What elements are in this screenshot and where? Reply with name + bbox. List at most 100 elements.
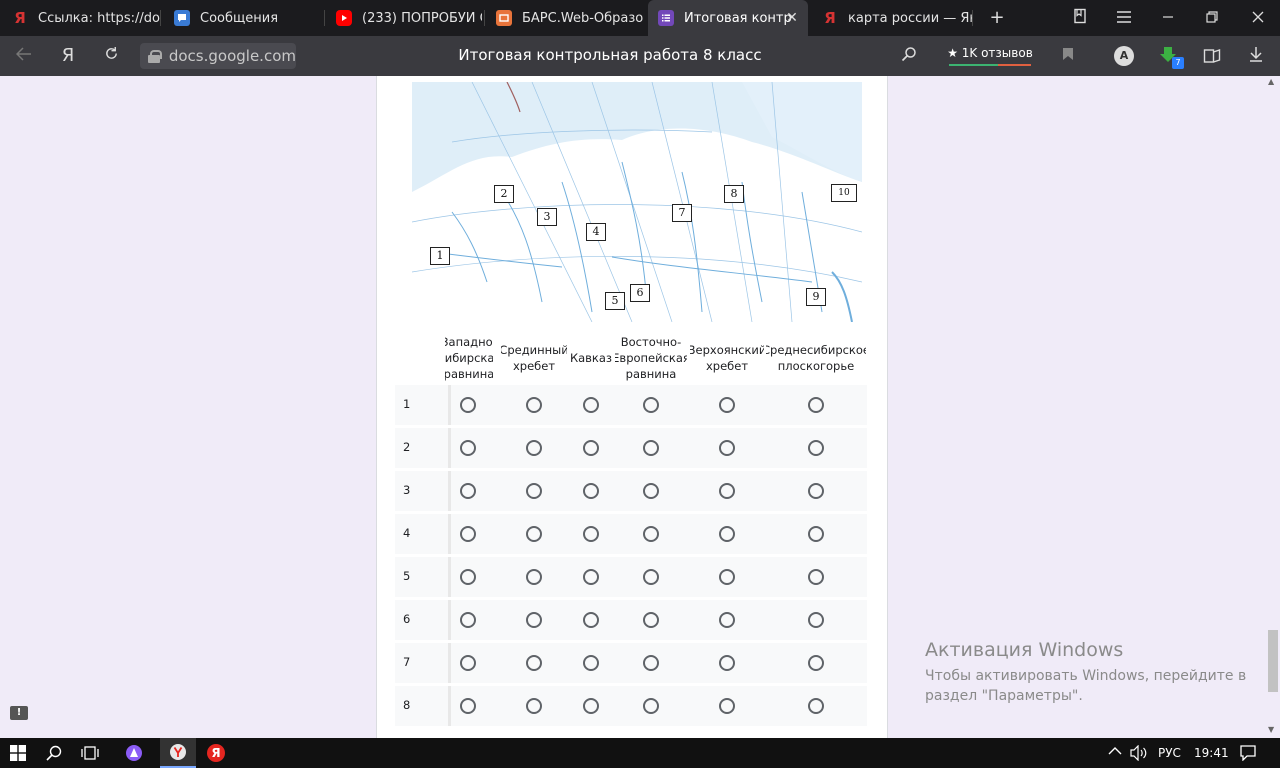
radio-row8-col1[interactable] — [460, 698, 476, 714]
row-label: 5 — [403, 569, 411, 583]
scroll-thumb[interactable] — [1268, 630, 1278, 692]
downloads-icon[interactable] — [1246, 46, 1266, 66]
tab-link-docs[interactable]: Я Ссылка: https://docs — [0, 0, 160, 36]
radio-row6-col1[interactable] — [460, 612, 476, 628]
scroll-up-arrow[interactable]: ▲ — [1268, 78, 1276, 86]
bookmark-icon[interactable] — [1058, 46, 1078, 66]
restore-icon[interactable] — [1202, 8, 1222, 28]
radio-row2-col1[interactable] — [460, 440, 476, 456]
tray-overflow-icon[interactable] — [1108, 745, 1122, 759]
refresh-icon[interactable] — [101, 46, 121, 66]
extensions-icon[interactable] — [1202, 46, 1222, 66]
task-view-icon[interactable] — [72, 738, 108, 768]
collections-icon[interactable] — [1070, 8, 1090, 28]
watermark-title: Активация Windows — [925, 639, 1124, 661]
radio-row8-col6[interactable] — [808, 698, 824, 714]
radio-row5-col1[interactable] — [460, 569, 476, 585]
tab-bars-web[interactable]: БАРС.Web-Образов — [486, 0, 644, 36]
radio-row6-col4[interactable] — [643, 612, 659, 628]
page-content: 1 2 3 4 5 6 7 8 9 10 Западно- Сибирская … — [0, 76, 1280, 738]
radio-row4-col6[interactable] — [808, 526, 824, 542]
radio-row5-col6[interactable] — [808, 569, 824, 585]
minimize-icon[interactable] — [1158, 8, 1178, 28]
radio-row7-col5[interactable] — [719, 655, 735, 671]
back-arrow-icon[interactable] — [14, 46, 34, 66]
radio-row3-col3[interactable] — [583, 483, 599, 499]
radio-row1-col2[interactable] — [526, 397, 542, 413]
row-label: 7 — [403, 655, 411, 669]
radio-row5-col3[interactable] — [583, 569, 599, 585]
tab-yandex-map[interactable]: Я карта россии — Янд — [812, 0, 972, 36]
radio-row1-col3[interactable] — [583, 397, 599, 413]
radio-row1-col5[interactable] — [719, 397, 735, 413]
radio-row7-col1[interactable] — [460, 655, 476, 671]
language-indicator[interactable]: РУС — [1158, 746, 1181, 760]
radio-row7-col2[interactable] — [526, 655, 542, 671]
clock[interactable]: 19:41 — [1194, 746, 1229, 760]
radio-row4-col4[interactable] — [643, 526, 659, 542]
radio-row2-col2[interactable] — [526, 440, 542, 456]
tab-messages[interactable]: Сообщения — [162, 0, 322, 36]
close-window-icon[interactable] — [1248, 8, 1268, 28]
radio-row1-col4[interactable] — [643, 397, 659, 413]
radio-row6-col3[interactable] — [583, 612, 599, 628]
url-field[interactable]: docs.google.com — [140, 43, 296, 69]
menu-icon[interactable] — [1114, 8, 1134, 28]
download-extension-icon[interactable]: 7 — [1158, 45, 1184, 69]
radio-row7-col3[interactable] — [583, 655, 599, 671]
start-button[interactable] — [0, 738, 36, 768]
radio-row8-col5[interactable] — [719, 698, 735, 714]
yandex-logo-button[interactable]: Я — [58, 46, 78, 66]
profile-avatar[interactable]: A — [1114, 46, 1134, 66]
radio-row8-col3[interactable] — [583, 698, 599, 714]
radio-row3-col5[interactable] — [719, 483, 735, 499]
tab-youtube[interactable]: (233) ПОПРОБУЙ С — [326, 0, 482, 36]
row-label: 1 — [403, 397, 411, 411]
map-label-1: 1 — [430, 247, 450, 265]
radio-row5-col5[interactable] — [719, 569, 735, 585]
close-tab-icon[interactable]: ✕ — [784, 10, 800, 26]
yandex-icon: Я — [14, 9, 26, 27]
row-label: 6 — [403, 612, 411, 626]
radio-row4-col2[interactable] — [526, 526, 542, 542]
radio-row1-col1[interactable] — [460, 397, 476, 413]
search-page-icon[interactable] — [899, 46, 919, 66]
radio-row2-col4[interactable] — [643, 440, 659, 456]
tab-final-test[interactable]: Итоговая контро ✕ — [648, 0, 808, 36]
radio-row2-col3[interactable] — [583, 440, 599, 456]
grid-row-7: 7 — [395, 643, 867, 683]
radio-row3-col2[interactable] — [526, 483, 542, 499]
radio-row4-col5[interactable] — [719, 526, 735, 542]
radio-row4-col3[interactable] — [583, 526, 599, 542]
radio-row7-col4[interactable] — [643, 655, 659, 671]
page-scrollbar[interactable]: ▲ ▼ — [1264, 76, 1280, 738]
notifications-icon[interactable] — [1240, 745, 1256, 764]
windows-activation-watermark: Активация Windows Чтобы активировать Win… — [925, 639, 1255, 706]
radio-row3-col1[interactable] — [460, 483, 476, 499]
radio-row7-col6[interactable] — [808, 655, 824, 671]
radio-row6-col5[interactable] — [719, 612, 735, 628]
yandex-browser-taskbar-button[interactable] — [160, 738, 196, 768]
radio-row4-col1[interactable] — [460, 526, 476, 542]
map-label-3: 3 — [537, 208, 557, 226]
scroll-down-arrow[interactable]: ▼ — [1268, 726, 1276, 734]
alice-icon[interactable] — [116, 738, 152, 768]
yandex-taskbar-button[interactable]: Я — [198, 738, 234, 768]
volume-icon[interactable] — [1130, 744, 1148, 764]
radio-row5-col4[interactable] — [643, 569, 659, 585]
radio-row3-col4[interactable] — [643, 483, 659, 499]
new-tab-button[interactable]: + — [987, 8, 1007, 28]
feedback-icon[interactable]: ! — [10, 706, 28, 720]
radio-row2-col6[interactable] — [808, 440, 824, 456]
radio-row5-col2[interactable] — [526, 569, 542, 585]
radio-row8-col4[interactable] — [643, 698, 659, 714]
radio-row3-col6[interactable] — [808, 483, 824, 499]
radio-row2-col5[interactable] — [719, 440, 735, 456]
map-label-10: 10 — [831, 184, 857, 202]
radio-row8-col2[interactable] — [526, 698, 542, 714]
radio-row1-col6[interactable] — [808, 397, 824, 413]
radio-row6-col6[interactable] — [808, 612, 824, 628]
search-icon[interactable] — [36, 738, 72, 768]
reviews-button[interactable]: ★ 1K отзывов — [947, 43, 1033, 69]
radio-row6-col2[interactable] — [526, 612, 542, 628]
